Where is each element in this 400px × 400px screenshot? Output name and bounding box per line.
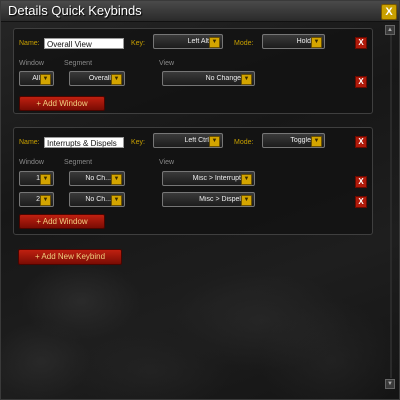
chevron-down-icon: ▼ xyxy=(40,195,51,206)
title-bar[interactable]: Details Quick Keybinds X xyxy=(1,1,399,22)
scrollbar-track[interactable] xyxy=(390,33,392,378)
name-label: Name: xyxy=(19,139,40,146)
keybind-panel-1: Name: Overall View Key: Left Alt ▼ Mode:… xyxy=(13,28,373,114)
view-value: No Change xyxy=(205,75,241,82)
segment-dropdown[interactable]: No Ch... ▼ xyxy=(69,171,125,186)
segment-dropdown[interactable]: No Ch... ▼ xyxy=(69,192,125,207)
chevron-down-icon: ▼ xyxy=(311,37,322,48)
chevron-down-icon: ▼ xyxy=(111,74,122,85)
chevron-down-icon: ▼ xyxy=(209,37,220,48)
key-value: Left Ctrl xyxy=(184,137,209,144)
keybind-name-input[interactable]: Overall View xyxy=(44,38,124,49)
segment-header: Segment xyxy=(64,60,93,67)
chevron-down-icon: ▼ xyxy=(40,74,51,85)
window-header: Window xyxy=(19,159,44,166)
chevron-down-icon: ▼ xyxy=(311,136,322,147)
close-button[interactable]: X xyxy=(381,4,397,20)
window-value: All xyxy=(32,75,40,82)
keybind-name-input[interactable]: Interrupts & Dispels xyxy=(44,137,124,148)
remove-window-button[interactable]: X xyxy=(355,176,367,188)
keybind-panel-2: Name: Interrupts & Dispels Key: Left Ctr… xyxy=(13,127,373,235)
view-dropdown[interactable]: Misc > Dispel ▼ xyxy=(162,192,255,207)
segment-value: Overall xyxy=(88,75,111,82)
add-window-button[interactable]: + Add Window xyxy=(19,214,105,229)
view-value: Misc > Interrupt xyxy=(192,175,241,182)
remove-keybind-button[interactable]: X xyxy=(355,37,367,49)
key-label: Key: xyxy=(131,40,146,47)
mode-dropdown[interactable]: Toggle ▼ xyxy=(262,133,325,148)
mode-label: Mode: xyxy=(234,40,254,47)
mode-label: Mode: xyxy=(234,139,254,146)
window-title: Details Quick Keybinds xyxy=(8,3,142,18)
view-header: View xyxy=(159,159,175,166)
mode-value: Toggle xyxy=(290,137,311,144)
chevron-down-icon: ▼ xyxy=(111,174,122,185)
view-dropdown[interactable]: Misc > Interrupt ▼ xyxy=(162,171,255,186)
segment-value: No Ch... xyxy=(85,175,111,182)
chevron-down-icon: ▼ xyxy=(111,195,122,206)
mode-value: Hold xyxy=(296,38,311,45)
key-dropdown[interactable]: Left Ctrl ▼ xyxy=(153,133,223,148)
key-label: Key: xyxy=(131,139,146,146)
window-dropdown[interactable]: 1 ▼ xyxy=(19,171,54,186)
window-dropdown[interactable]: All ▼ xyxy=(19,71,54,86)
key-dropdown[interactable]: Left Alt ▼ xyxy=(153,34,223,49)
chevron-down-icon: ▼ xyxy=(40,174,51,185)
window-header: Window xyxy=(19,60,44,67)
segment-dropdown[interactable]: Overall ▼ xyxy=(69,71,125,86)
scroll-up-icon[interactable]: ▲ xyxy=(385,25,395,35)
window-value: 2 xyxy=(36,196,40,203)
view-header: View xyxy=(159,60,175,67)
add-window-button[interactable]: + Add Window xyxy=(19,96,105,111)
view-dropdown[interactable]: No Change ▼ xyxy=(162,71,255,86)
window-value: 1 xyxy=(36,175,40,182)
chevron-down-icon: ▼ xyxy=(209,136,220,147)
remove-window-button[interactable]: X xyxy=(355,196,367,208)
add-new-keybind-button[interactable]: + Add New Keybind xyxy=(18,249,122,265)
window-dropdown[interactable]: 2 ▼ xyxy=(19,192,54,207)
keybinds-window: Details Quick Keybinds X Name: Overall V… xyxy=(0,0,400,400)
segment-value: No Ch... xyxy=(85,196,111,203)
remove-keybind-button[interactable]: X xyxy=(355,136,367,148)
chevron-down-icon: ▼ xyxy=(241,74,252,85)
scroll-down-icon[interactable]: ▼ xyxy=(385,379,395,389)
chevron-down-icon: ▼ xyxy=(241,174,252,185)
view-value: Misc > Dispel xyxy=(199,196,241,203)
remove-window-button[interactable]: X xyxy=(355,76,367,88)
mode-dropdown[interactable]: Hold ▼ xyxy=(262,34,325,49)
key-value: Left Alt xyxy=(187,38,209,45)
chevron-down-icon: ▼ xyxy=(241,195,252,206)
segment-header: Segment xyxy=(64,159,93,166)
name-label: Name: xyxy=(19,40,40,47)
